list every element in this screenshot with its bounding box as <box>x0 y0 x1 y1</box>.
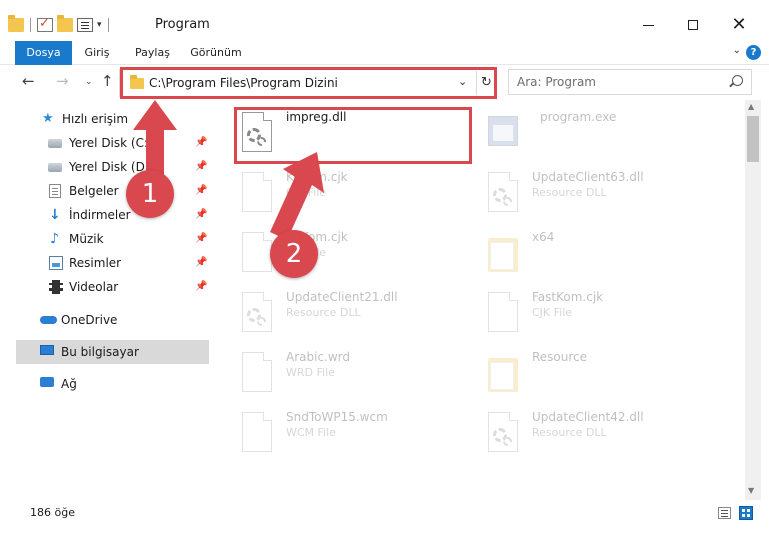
step-2-badge: 2 <box>270 230 318 278</box>
arrow-2 <box>270 152 324 240</box>
step-1-badge: 1 <box>126 170 174 218</box>
annotation-arrows <box>133 100 324 240</box>
